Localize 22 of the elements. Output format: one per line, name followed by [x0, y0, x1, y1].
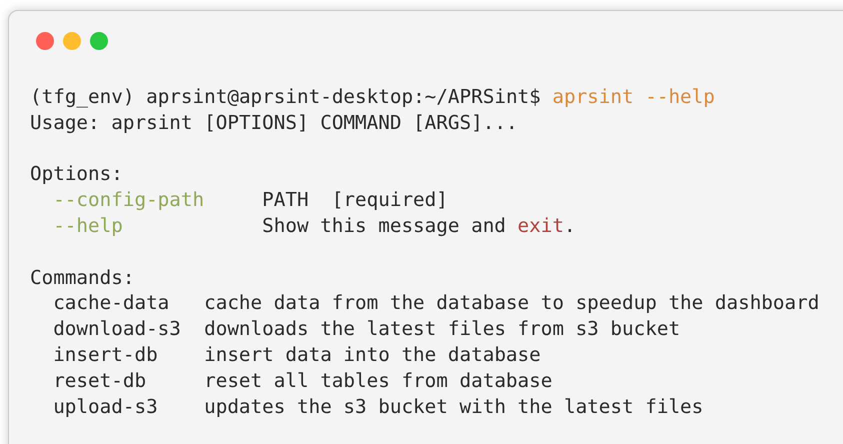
window-control-button[interactable] — [63, 32, 81, 50]
command-name: reset-db — [53, 368, 146, 392]
command-name: download-s3 — [53, 317, 181, 340]
command-name: cache-data — [53, 291, 170, 314]
window-control-button[interactable] — [90, 32, 108, 50]
window-control-button[interactable] — [36, 32, 54, 50]
option-name: --help — [53, 214, 123, 237]
command-description: cache data from the database to speedup the dashboard — [204, 291, 820, 314]
command-name: insert-db — [53, 342, 158, 366]
command-description: reset all tables from database — [204, 368, 552, 392]
section-heading: Options: — [30, 162, 123, 186]
command-text: aprsint --help — [552, 84, 715, 110]
option-description: PATH [required] — [262, 187, 449, 213]
option-name: --config-path — [53, 188, 204, 212]
command-name: upload-s3 — [53, 394, 158, 418]
command-description: insert data into the database — [204, 342, 541, 366]
option-description: Show this message and exit. — [262, 212, 577, 239]
prompt-text: (tfg_env) aprsint@aprsint-desktop:~/APRSint$ — [30, 84, 541, 110]
command-description: updates the s3 bucket with the latest files — [204, 394, 704, 418]
command-description: downloads the latest files from s3 bucket — [204, 317, 680, 340]
usage-text: Usage: aprsint [OPTIONS] COMMAND [ARGS]... — [30, 110, 518, 134]
section-heading: Commands: — [30, 266, 134, 289]
